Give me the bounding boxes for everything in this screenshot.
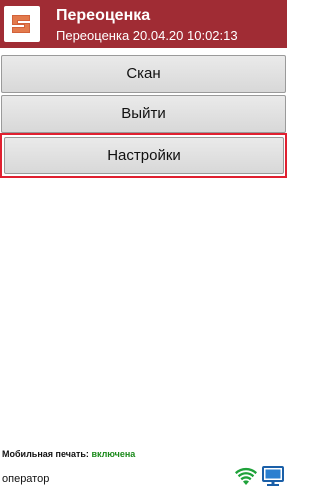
user-name: оператор xyxy=(2,473,50,485)
monitor-icon xyxy=(262,466,284,487)
app-logo-icon xyxy=(4,6,40,42)
scan-button[interactable]: Скан xyxy=(1,55,286,93)
settings-button[interactable]: Настройки xyxy=(4,137,284,174)
page-title: Переоценка xyxy=(56,7,151,24)
mobile-print-status: Мобильная печать: включена xyxy=(2,448,135,460)
app-header: Переоценка Переоценка 20.04.20 10:02:13 xyxy=(0,0,287,48)
mobile-print-value: включена xyxy=(91,449,136,459)
page-subtitle: Переоценка 20.04.20 10:02:13 xyxy=(56,28,238,43)
wifi-icon xyxy=(234,466,258,486)
exit-button[interactable]: Выйти xyxy=(1,95,286,133)
mobile-print-label: Мобильная печать: xyxy=(2,449,89,459)
